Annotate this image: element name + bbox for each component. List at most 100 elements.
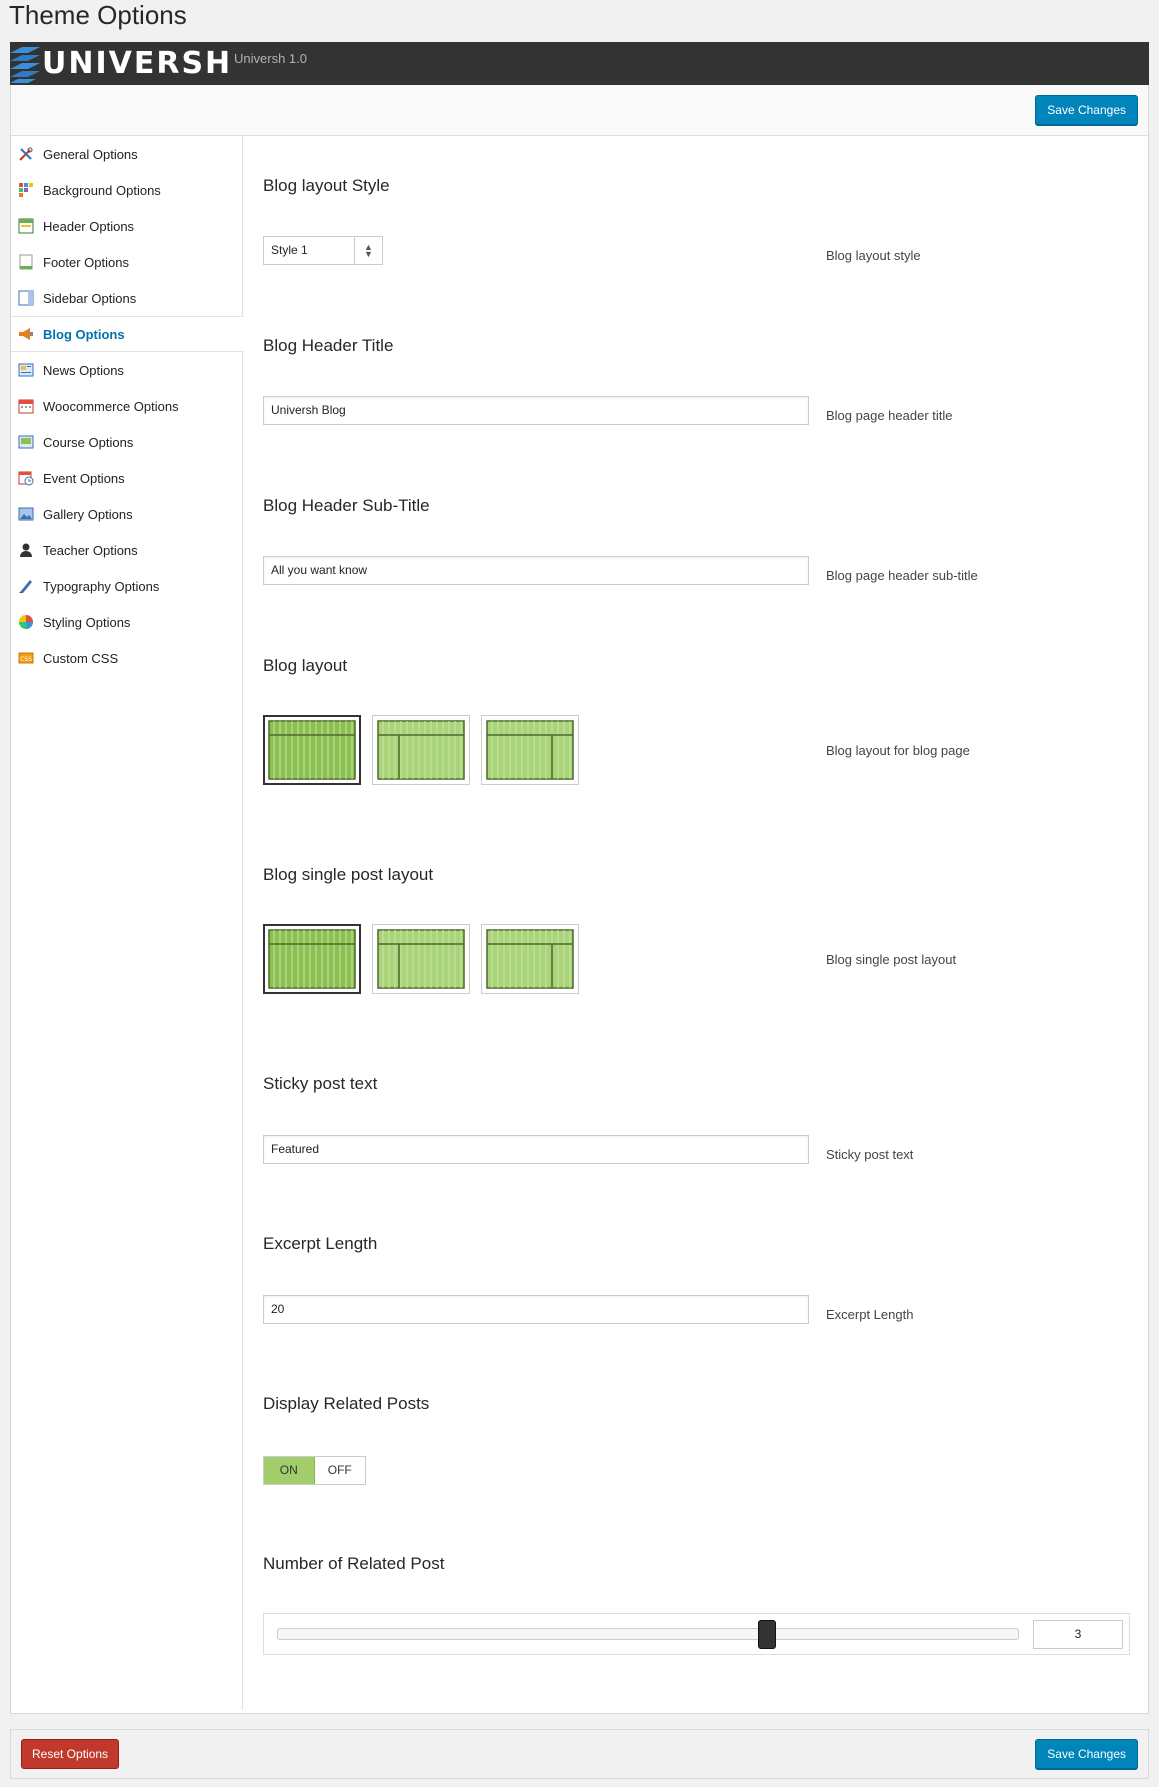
sidebar-item-label: Styling Options	[43, 614, 131, 630]
blog-layout-title: Blog layout	[263, 656, 348, 675]
layout-left-sidebar-option[interactable]	[372, 924, 470, 994]
blog-header-title-input[interactable]: Universh Blog	[263, 396, 809, 425]
sidebar-item-label: Woocommerce Options	[43, 398, 179, 414]
sidebar-item-label: Blog Options	[43, 326, 125, 342]
blog-single-layout-title: Blog single post layout	[263, 865, 434, 884]
megaphone-icon	[18, 326, 34, 342]
blog-header-subtitle-title: Blog Header Sub-Title	[263, 496, 430, 515]
sticky-post-text-desc: Sticky post text	[826, 1147, 914, 1162]
blog-header-title-desc: Blog page header title	[826, 408, 953, 423]
sidebar-item-label: Header Options	[43, 218, 135, 234]
layout-right-sidebar-icon	[486, 720, 574, 780]
slider-handle[interactable]	[757, 1620, 776, 1649]
toggle-off-option[interactable]: OFF	[315, 1457, 366, 1484]
sidebar-item-label: Teacher Options	[43, 542, 138, 558]
related-count-input[interactable]: 3	[1033, 1620, 1123, 1649]
blog-layout-desc: Blog layout for blog page	[826, 743, 970, 758]
sticky-post-text-input[interactable]: Featured	[263, 1135, 809, 1164]
sidebar-item-blog-options[interactable]: Blog Options	[11, 316, 244, 352]
related-posts-title: Display Related Posts	[263, 1394, 430, 1413]
sidebar-item-footer-options[interactable]: Footer Options	[11, 244, 242, 280]
sidebar-item-label: Course Options	[43, 434, 134, 450]
palette-icon	[18, 182, 34, 198]
sidebar-item-label: Event Options	[43, 470, 125, 486]
pen-icon	[18, 578, 34, 594]
sidebar-item-label: Footer Options	[43, 254, 129, 270]
layout-right-sidebar-icon	[486, 929, 574, 989]
logo-wordmark: UNIVERSH	[42, 46, 233, 81]
sidebar-item-gallery-options[interactable]: Gallery Options	[11, 496, 242, 532]
tools-icon	[18, 146, 34, 162]
blog-single-layout-choices	[263, 924, 579, 994]
brand-logo: UNIVERSH	[10, 45, 232, 83]
sidebar-item-header-options[interactable]: Header Options	[11, 208, 242, 244]
sidebar-item-label: Typography Options	[43, 578, 160, 594]
sidebar-item-custom-css[interactable]: CSS Custom CSS	[11, 640, 242, 676]
color-wheel-icon	[18, 614, 34, 630]
blog-header-subtitle-input[interactable]: All you want know	[263, 556, 809, 585]
sidebar-item-label: General Options	[43, 146, 138, 162]
sidebar-item-news-options[interactable]: News Options	[11, 352, 242, 388]
sidebar-item-label: News Options	[43, 362, 124, 378]
blog-single-layout-desc: Blog single post layout	[826, 952, 957, 967]
user-icon	[18, 542, 34, 558]
sidebar-item-background-options[interactable]: Background Options	[11, 172, 242, 208]
layout-left-sidebar-icon	[377, 720, 465, 780]
sidebar-item-event-options[interactable]: Event Options	[11, 460, 242, 496]
sidebar-item-general-options[interactable]: General Options	[11, 136, 242, 172]
theme-header-bar: UNIVERSH Universh 1.0	[10, 42, 1149, 85]
css-icon: CSS	[18, 650, 34, 666]
sidebar-item-label: Background Options	[43, 182, 161, 198]
footer-icon	[18, 254, 34, 270]
options-sidebar: General Options Background Options Header …	[11, 136, 244, 1710]
calendar-icon	[18, 398, 34, 414]
logo-mark-icon	[10, 47, 40, 83]
related-count-slider: 3	[263, 1613, 1130, 1655]
event-icon	[18, 470, 34, 486]
header-icon	[18, 218, 34, 234]
sidebar-item-typography-options[interactable]: Typography Options	[11, 568, 242, 604]
blog-layout-style-select[interactable]: Style 1 ▲ ▼	[263, 236, 383, 265]
toggle-on-option[interactable]: ON	[264, 1457, 315, 1484]
sidebar-icon	[18, 290, 34, 306]
blog-layout-style-value: Style 1	[271, 243, 308, 257]
sidebar-item-teacher-options[interactable]: Teacher Options	[11, 532, 242, 568]
save-changes-button-bottom[interactable]: Save Changes	[1035, 1739, 1138, 1769]
sidebar-item-woocommerce-options[interactable]: Woocommerce Options	[11, 388, 242, 424]
layout-right-sidebar-option[interactable]	[481, 924, 579, 994]
layout-full-width-icon	[268, 929, 356, 989]
sidebar-item-course-options[interactable]: Course Options	[11, 424, 242, 460]
save-changes-button-top[interactable]: Save Changes	[1035, 95, 1138, 125]
excerpt-length-input[interactable]: 20	[263, 1295, 809, 1324]
layout-left-sidebar-icon	[377, 929, 465, 989]
layout-full-width-icon	[268, 720, 356, 780]
excerpt-length-desc: Excerpt Length	[826, 1307, 914, 1322]
sticky-post-text-title: Sticky post text	[263, 1074, 378, 1093]
reset-options-button[interactable]: Reset Options	[21, 1739, 120, 1769]
sidebar-item-sidebar-options[interactable]: Sidebar Options	[11, 280, 242, 316]
blog-layout-style-desc: Blog layout style	[826, 248, 921, 263]
sidebar-item-label: Custom CSS	[43, 650, 119, 666]
sidebar-item-label: Sidebar Options	[43, 290, 137, 306]
svg-text:CSS: CSS	[20, 656, 32, 663]
layout-right-sidebar-option[interactable]	[481, 715, 579, 785]
related-posts-toggle[interactable]: ON OFF	[263, 1456, 366, 1485]
theme-version: Universh 1.0	[234, 51, 307, 66]
layout-left-sidebar-option[interactable]	[372, 715, 470, 785]
excerpt-length-title: Excerpt Length	[263, 1234, 378, 1253]
page-title: Theme Options	[9, 0, 187, 30]
blog-header-title-title: Blog Header Title	[263, 336, 394, 355]
layout-full-width-option[interactable]	[263, 715, 361, 785]
slider-track[interactable]	[277, 1628, 1019, 1640]
layout-full-width-option[interactable]	[263, 924, 361, 994]
top-action-bar: Save Changes	[11, 85, 1148, 136]
sidebar-item-label: Gallery Options	[43, 506, 133, 522]
related-count-title: Number of Related Post	[263, 1554, 445, 1573]
news-icon	[18, 362, 34, 378]
blog-header-subtitle-desc: Blog page header sub-title	[826, 568, 978, 583]
select-updown-icon: ▲ ▼	[354, 237, 382, 264]
bottom-action-bar: Reset Options Save Changes	[10, 1729, 1149, 1779]
gallery-icon	[18, 506, 34, 522]
sidebar-item-styling-options[interactable]: Styling Options	[11, 604, 242, 640]
blog-layout-choices	[263, 715, 579, 785]
